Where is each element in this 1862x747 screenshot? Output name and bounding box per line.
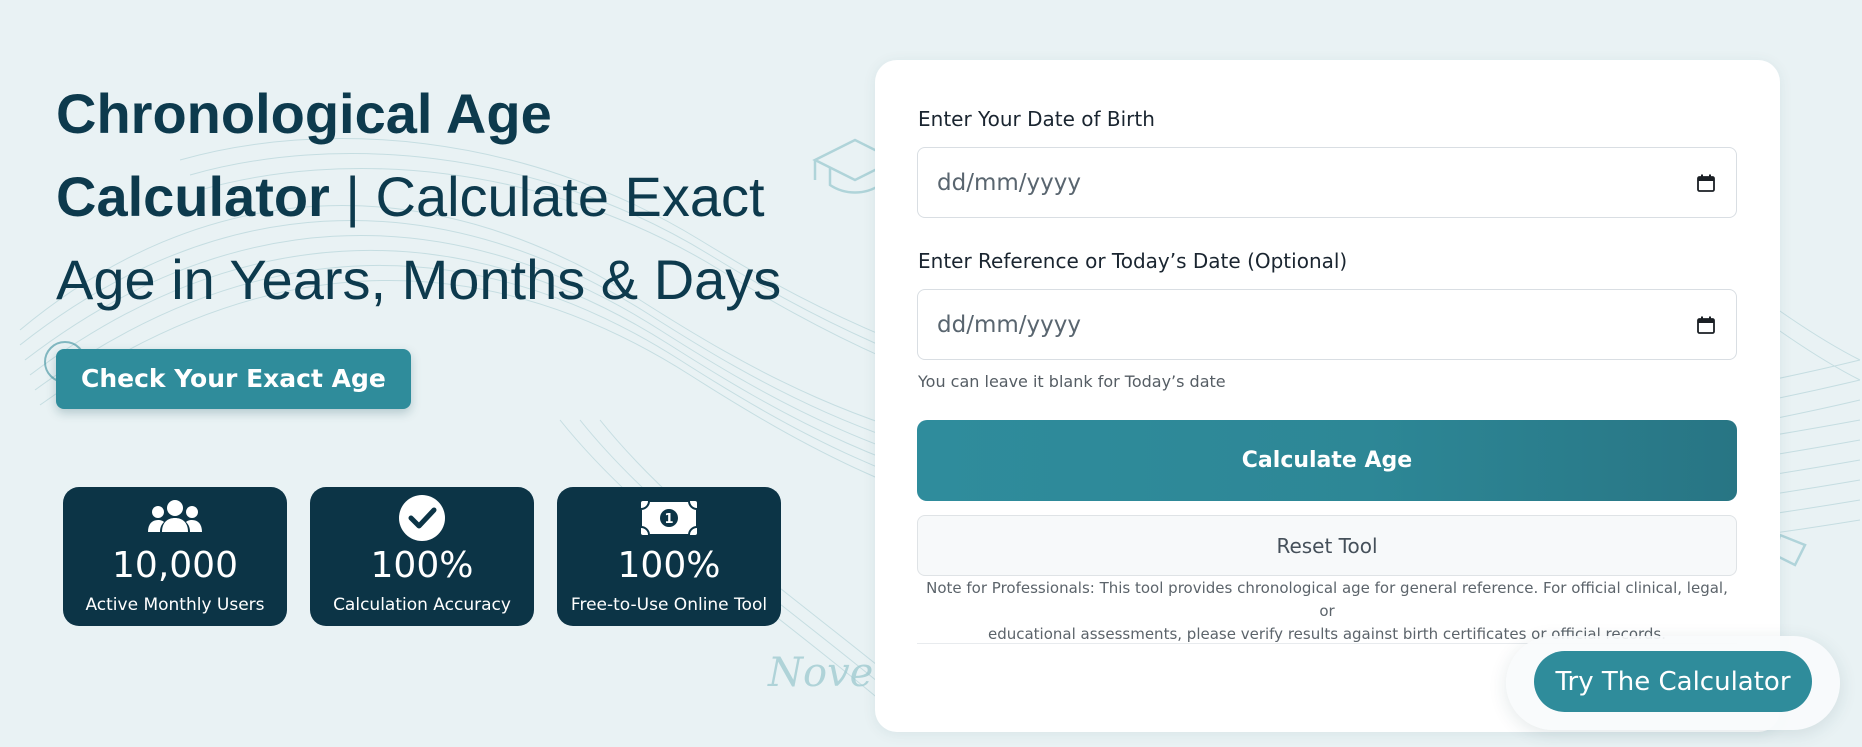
reset-tool-button[interactable]: Reset Tool <box>917 515 1737 576</box>
reference-date-input[interactable]: dd/mm/yyyy <box>917 289 1737 360</box>
dob-label: Enter Your Date of Birth <box>918 107 1155 131</box>
dob-input[interactable]: dd/mm/yyyy <box>917 147 1737 218</box>
calculator-card: Enter Your Date of Birth dd/mm/yyyy Ente… <box>875 60 1780 732</box>
stat-value: 100% <box>370 545 474 586</box>
check-age-button[interactable]: Check Your Exact Age <box>56 349 411 409</box>
stats-row: 10,000 Active Monthly Users 100% Calcula… <box>63 487 781 626</box>
money-bill-icon: 1 <box>557 495 781 541</box>
reference-date-label: Enter Reference or Today’s Date (Optiona… <box>918 249 1348 273</box>
title-rest-line-2: Age in Years, Months & Days <box>56 248 782 311</box>
title-separator: | <box>329 165 376 228</box>
page-title: Chronological Age Calculator | Calculate … <box>56 72 816 321</box>
reference-date-placeholder: dd/mm/yyyy <box>937 311 1081 338</box>
stat-card-accuracy: 100% Calculation Accuracy <box>310 487 534 626</box>
cta-container: Check Your Exact Age <box>44 341 411 409</box>
floating-cta-container: Try The Calculator <box>1506 636 1840 730</box>
stat-label: Active Monthly Users <box>85 595 265 615</box>
check-circle-icon <box>310 495 534 541</box>
title-rest-line-1: Calculate Exact <box>375 165 765 228</box>
reference-date-hint: You can leave it blank for Today’s date <box>918 372 1226 391</box>
stat-card-users: 10,000 Active Monthly Users <box>63 487 287 626</box>
stat-card-free: 1 100% Free-to-Use Online Tool <box>557 487 781 626</box>
users-icon <box>63 495 287 541</box>
stat-label: Calculation Accuracy <box>333 595 511 615</box>
professional-note-line-1: Note for Professionals: This tool provid… <box>926 579 1728 620</box>
stat-label: Free-to-Use Online Tool <box>570 595 768 615</box>
title-bold-line-2: Calculator <box>56 165 330 228</box>
dob-placeholder: dd/mm/yyyy <box>937 169 1081 196</box>
title-bold-line-1: Chronological Age <box>56 82 552 145</box>
stat-value: 100% <box>617 545 721 586</box>
try-calculator-button[interactable]: Try The Calculator <box>1534 651 1812 712</box>
svg-text:1: 1 <box>664 512 673 527</box>
calendar-icon[interactable] <box>1696 173 1716 193</box>
stat-value: 10,000 <box>112 545 238 586</box>
calculate-age-button[interactable]: Calculate Age <box>917 420 1737 501</box>
calendar-icon[interactable] <box>1696 315 1716 335</box>
